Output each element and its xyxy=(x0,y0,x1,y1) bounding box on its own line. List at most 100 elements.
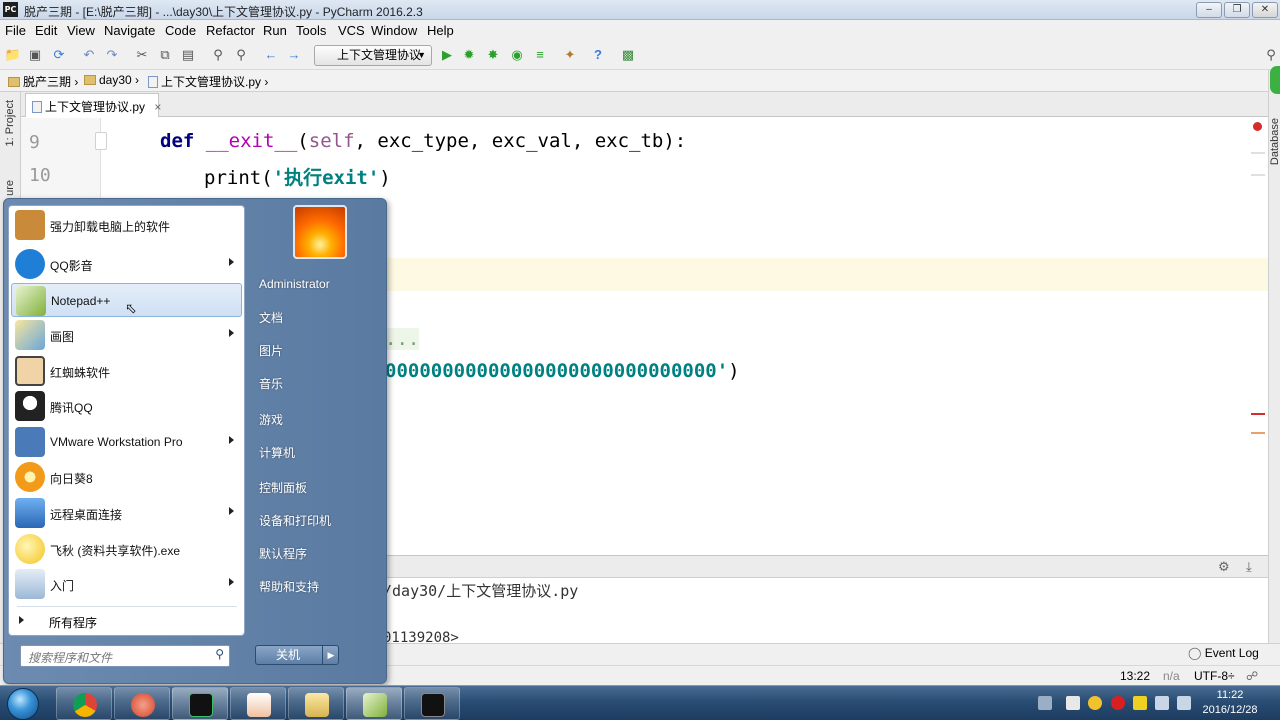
menu-edit[interactable]: Edit xyxy=(35,23,57,38)
help-icon[interactable]: ? xyxy=(589,46,607,64)
run-icon[interactable]: ▶ xyxy=(438,46,456,64)
save-icon[interactable]: ▣ xyxy=(26,46,44,64)
concurrency-icon[interactable]: ≡ xyxy=(531,46,549,64)
link-default-programs[interactable]: 默认程序 xyxy=(259,545,307,562)
taskbar-screen-recorder[interactable] xyxy=(230,687,286,720)
cut-icon[interactable]: ✂ xyxy=(133,46,151,64)
sync-icon[interactable]: ⟳ xyxy=(50,46,68,64)
menu-window[interactable]: Window xyxy=(371,23,417,38)
menu-tools[interactable]: Tools xyxy=(296,23,326,38)
taskbar-notepad-plus-plus[interactable] xyxy=(346,687,402,720)
taskbar-clock[interactable]: 11:22 2016/12/28 xyxy=(1200,688,1260,718)
taskbar-file-explorer[interactable] xyxy=(288,687,344,720)
link-games[interactable]: 游戏 xyxy=(259,411,283,428)
program-sunlogin[interactable]: 向日葵8 xyxy=(11,460,242,494)
breadcrumb-day30[interactable]: day30 › xyxy=(84,73,139,87)
link-help-support[interactable]: 帮助和支持 xyxy=(259,578,319,595)
lock-icon[interactable]: ☍ xyxy=(1246,669,1258,683)
structure-tool-tab[interactable]: ure xyxy=(4,180,16,196)
main-toolbar: 📁 ▣ ⟳ ↶ ↷ ✂ ⧉ ▤ ⚲ ⚲ ← → 上下文管理协议 ▼ ▶ ✹ ✸ … xyxy=(0,41,1280,70)
taskbar-chrome[interactable] xyxy=(56,687,112,720)
menu-view[interactable]: View xyxy=(67,23,95,38)
link-user[interactable]: Administrator xyxy=(259,277,330,291)
link-control-panel[interactable]: 控制面板 xyxy=(259,479,307,496)
tray-sunlogin-icon[interactable] xyxy=(1133,696,1147,710)
program-red-spider[interactable]: 红蜘蛛软件 xyxy=(11,354,242,388)
debug-icon[interactable]: ✹ xyxy=(460,46,478,64)
maximize-button[interactable]: ❐ xyxy=(1224,2,1250,18)
tray-flag-icon[interactable] xyxy=(1066,696,1080,710)
redo-icon[interactable]: ↷ xyxy=(103,46,121,64)
tray-qq-icon[interactable] xyxy=(1088,696,1102,710)
link-computer[interactable]: 计算机 xyxy=(259,444,295,461)
coverage-icon[interactable]: ✸ xyxy=(484,46,502,64)
separator xyxy=(17,606,237,607)
project-tool-tab[interactable]: 1: Project xyxy=(4,100,16,146)
link-documents[interactable]: 文档 xyxy=(259,309,283,326)
scroll-marker xyxy=(1251,152,1265,154)
caret-position[interactable]: 13:22 xyxy=(1120,669,1150,683)
fold-marker-icon[interactable] xyxy=(95,132,107,150)
tray-volume-icon[interactable] xyxy=(1177,696,1191,710)
find-icon[interactable]: ⚲ xyxy=(209,46,227,64)
menu-code[interactable]: Code xyxy=(165,23,196,38)
link-devices-printers[interactable]: 设备和打印机 xyxy=(259,512,331,529)
file-encoding[interactable]: UTF-8÷ xyxy=(1194,669,1235,683)
vcs-icon[interactable]: ▩ xyxy=(619,46,637,64)
program-remote-desktop[interactable]: 远程桌面连接 xyxy=(11,496,242,530)
tray-keyboard-icon[interactable] xyxy=(1038,696,1052,710)
search-everywhere-icon[interactable]: ⚲ xyxy=(1262,46,1280,64)
editor-tab-active[interactable]: 上下文管理协议.py × xyxy=(25,93,161,117)
replace-icon[interactable]: ⚲ xyxy=(232,46,250,64)
taskbar-pycharm[interactable] xyxy=(172,687,228,720)
program-vmware[interactable]: VMware Workstation Pro xyxy=(11,425,242,459)
link-pictures[interactable]: 图片 xyxy=(259,342,283,359)
program-uninstaller[interactable]: 强力卸载电脑上的软件 xyxy=(11,208,242,242)
program-qq-player[interactable]: QQ影音 xyxy=(11,247,242,281)
shutdown-options-icon[interactable]: ▶ xyxy=(322,646,339,664)
close-window-button[interactable]: ✕ xyxy=(1252,2,1278,18)
shutdown-button[interactable]: 关机 ▶ xyxy=(255,645,339,665)
menu-navigate[interactable]: Navigate xyxy=(104,23,155,38)
open-folder-icon[interactable]: 📁 xyxy=(4,46,22,64)
taskbar-snagit[interactable] xyxy=(114,687,170,720)
minimize-button[interactable]: – xyxy=(1196,2,1222,18)
menu-run[interactable]: Run xyxy=(263,23,287,38)
program-paint[interactable]: 画图 xyxy=(11,318,242,352)
tray-network-icon[interactable] xyxy=(1155,696,1169,710)
menu-refactor[interactable]: Refactor xyxy=(206,23,255,38)
database-tool-tab[interactable]: Database xyxy=(1269,118,1280,165)
settings-wrench-icon[interactable]: ✦ xyxy=(561,46,579,64)
all-programs[interactable]: 所有程序 xyxy=(11,610,242,632)
start-button[interactable] xyxy=(2,686,44,721)
breadcrumb-project[interactable]: 脱产三期 › xyxy=(8,73,78,90)
tray-record-icon[interactable] xyxy=(1111,696,1125,710)
menu-file[interactable]: File xyxy=(5,23,26,38)
program-feiq[interactable]: 飞秋 (资料共享软件).exe xyxy=(11,532,242,566)
profile-icon[interactable]: ◉ xyxy=(508,46,526,64)
hide-panel-icon[interactable]: ⤓ xyxy=(1246,559,1252,575)
copy-icon[interactable]: ⧉ xyxy=(156,46,174,64)
paste-icon[interactable]: ▤ xyxy=(179,46,197,64)
program-tencent-qq[interactable]: 腾讯QQ xyxy=(11,389,242,423)
taskbar-cmd[interactable] xyxy=(404,687,460,720)
program-getting-started[interactable]: 入门 xyxy=(11,567,242,601)
event-log-button[interactable]: ◯ Event Log xyxy=(1188,646,1259,660)
back-icon[interactable]: ← xyxy=(262,46,280,64)
close-tab-icon[interactable]: × xyxy=(154,100,161,114)
undo-icon[interactable]: ↶ xyxy=(80,46,98,64)
user-avatar[interactable] xyxy=(293,205,347,259)
start-search-input[interactable]: 搜索程序和文件 ⚲ xyxy=(20,645,230,667)
uninstaller-icon xyxy=(15,210,45,240)
line-separator[interactable]: n/a xyxy=(1163,669,1180,683)
link-music[interactable]: 音乐 xyxy=(259,375,283,392)
windows-orb-icon xyxy=(7,688,39,720)
breadcrumb-file[interactable]: 上下文管理协议.py › xyxy=(148,73,268,90)
forward-icon[interactable]: → xyxy=(285,46,303,64)
program-notepad-plus-plus[interactable]: Notepad++ ⬁ xyxy=(11,283,242,317)
error-indicator-icon[interactable] xyxy=(1253,122,1262,131)
gear-icon[interactable]: ⚙ xyxy=(1218,559,1230,575)
menu-help[interactable]: Help xyxy=(427,23,454,38)
run-configuration-select[interactable]: 上下文管理协议 ▼ xyxy=(314,45,432,66)
menu-vcs[interactable]: VCS xyxy=(338,23,365,38)
